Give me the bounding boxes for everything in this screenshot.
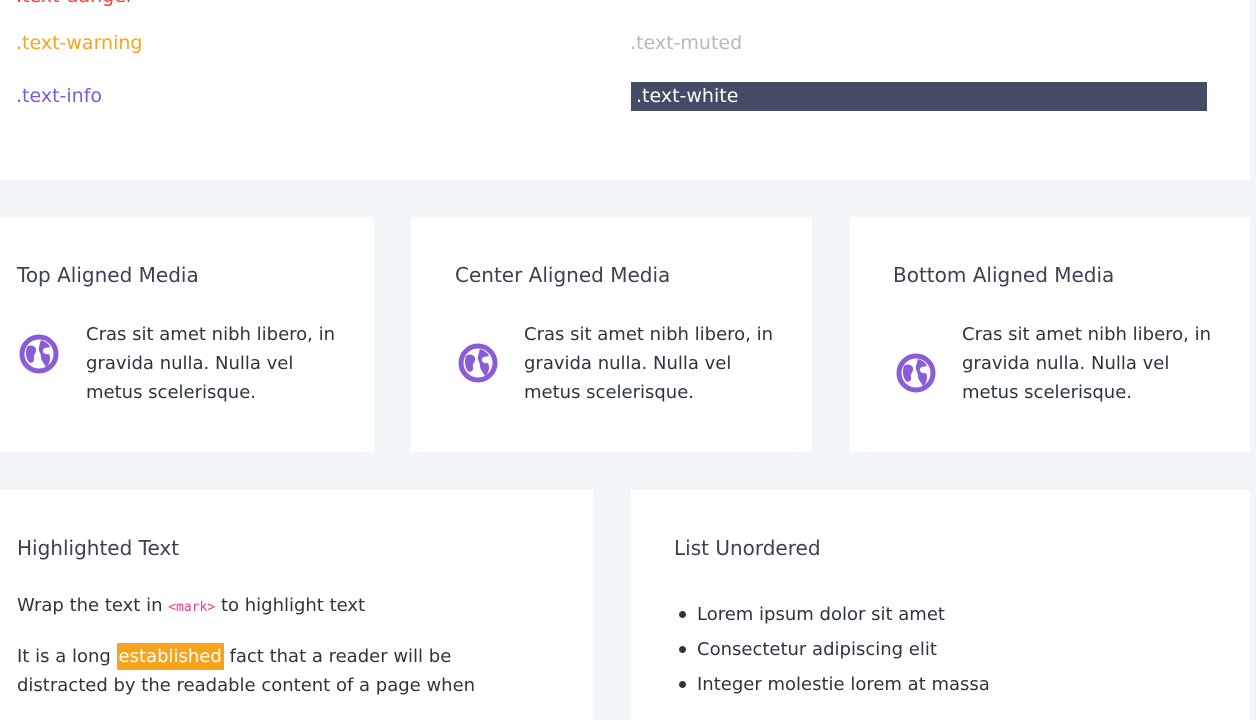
center-aligned-media-card: Center Aligned Media Cras sit amet nibh … <box>411 217 812 452</box>
card-title: Top Aligned Media <box>17 263 199 287</box>
bottom-aligned-media-card: Bottom Aligned Media Cras sit amet nibh … <box>850 217 1250 452</box>
media-body-text: Cras sit amet nibh libero, in gravida nu… <box>524 324 774 403</box>
card-title: List Unordered <box>674 536 821 560</box>
para-before-text: It is a long <box>17 646 111 667</box>
media-body-text: Cras sit amet nibh libero, in gravida nu… <box>962 324 1212 403</box>
globe-icon <box>19 334 59 374</box>
text-muted-sample: .text-muted <box>630 32 743 54</box>
list-item-text: Integer molestie lorem at massa <box>697 674 990 695</box>
globe-icon <box>896 353 936 393</box>
text-info-sample: .text-info <box>16 85 103 107</box>
unordered-list: Lorem ipsum dolor sit amet Consectetur a… <box>679 597 990 702</box>
text-colors-card: .text-danger .text-warning .text-info .t… <box>0 0 1250 180</box>
list-item-text: Lorem ipsum dolor sit amet <box>697 604 945 625</box>
globe-icon <box>458 343 498 383</box>
media-body-text: Cras sit amet nibh libero, in gravida nu… <box>86 324 336 403</box>
card-title: Highlighted Text <box>17 536 180 560</box>
page-scrollbar[interactable] <box>1250 0 1256 704</box>
bullet-icon <box>679 646 686 653</box>
mark-code-tag: <mark> <box>168 600 216 615</box>
card-title: Bottom Aligned Media <box>893 263 1115 287</box>
highlighted-mark: established <box>116 643 224 670</box>
intro-before-text: Wrap the text in <box>17 595 163 616</box>
list-unordered-card: List Unordered Lorem ipsum dolor sit ame… <box>631 490 1250 720</box>
intro-after-text: to highlight text <box>220 595 366 616</box>
highlight-intro: Wrap the text in <mark> to highlight tex… <box>17 594 365 620</box>
top-aligned-media-card: Top Aligned Media Cras sit amet nibh lib… <box>0 217 374 452</box>
list-item: Lorem ipsum dolor sit amet <box>679 597 990 632</box>
bullet-icon <box>679 611 686 618</box>
list-item: Integer molestie lorem at massa <box>679 667 990 702</box>
list-item-text: Consectetur adipiscing elit <box>697 639 937 660</box>
list-item: Consectetur adipiscing elit <box>679 632 990 667</box>
bullet-icon <box>679 681 686 688</box>
text-warning-sample: .text-warning <box>16 32 143 54</box>
text-danger-sample: .text-danger <box>16 0 134 8</box>
highlight-paragraph: It is a long established fact that a rea… <box>17 642 537 700</box>
card-title: Center Aligned Media <box>455 263 671 287</box>
text-white-sample: .text-white <box>631 82 1207 111</box>
